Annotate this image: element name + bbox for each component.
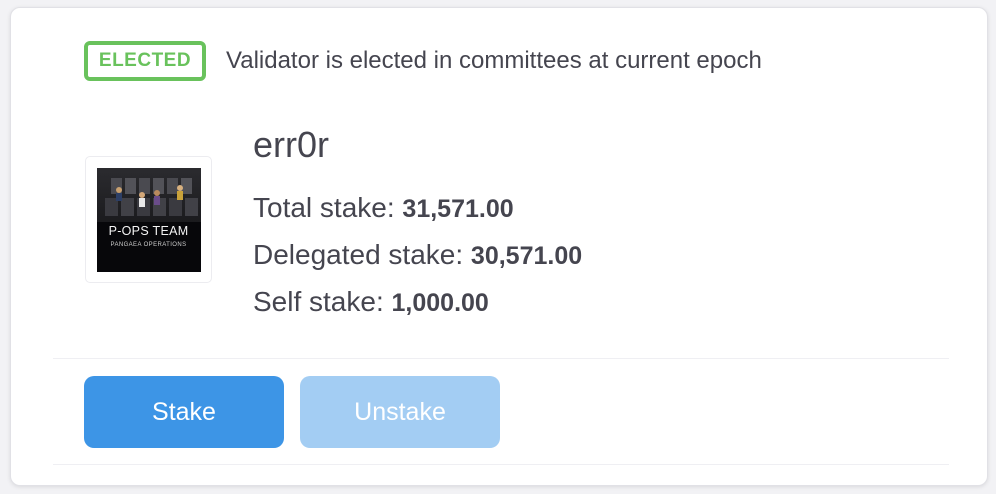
logo-subtitle: PANGAEA OPERATIONS (110, 241, 187, 248)
divider (53, 358, 949, 359)
delegated-stake-label: Delegated stake: (253, 239, 464, 270)
stake-button[interactable]: Stake (84, 376, 284, 448)
total-stake-label: Total stake: (253, 192, 395, 223)
delegated-stake-value: 30,571.00 (470, 242, 583, 270)
total-stake-value: 31,571.00 (402, 195, 514, 223)
status-description: Validator is elected in committees at cu… (226, 47, 762, 74)
validator-name: err0r (253, 124, 330, 165)
status-row: ELECTED Validator is elected in committe… (84, 41, 762, 81)
delegated-stake: Delegated stake: 30,571.00 (253, 239, 582, 271)
logo-photo (96, 167, 201, 222)
self-stake: Self stake: 1,000.00 (253, 286, 489, 318)
unstake-button[interactable]: Unstake (300, 376, 500, 448)
self-stake-value: 1,000.00 (391, 289, 489, 317)
total-stake: Total stake: 31,571.00 (253, 192, 514, 224)
logo-title: P-OPS TEAM (108, 223, 189, 238)
validator-logo: P-OPS TEAM PANGAEA OPERATIONS (85, 156, 212, 283)
divider (53, 464, 949, 465)
elected-badge: ELECTED (84, 41, 206, 81)
logo-image: P-OPS TEAM PANGAEA OPERATIONS (96, 167, 201, 272)
validator-card: ELECTED Validator is elected in committe… (10, 7, 988, 486)
self-stake-label: Self stake: (253, 286, 384, 317)
